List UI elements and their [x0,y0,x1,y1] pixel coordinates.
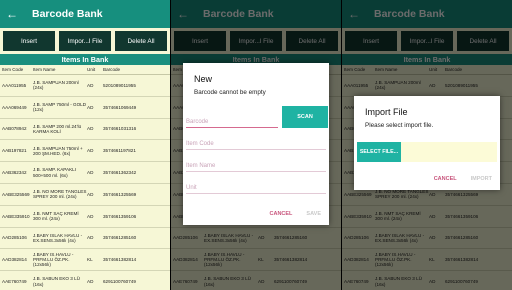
item-code-input[interactable]: Item Code [186,128,326,150]
screen-new-dialog: ← Barcode Bank Insert Impor...l File Del… [171,0,341,290]
table-cell: AD [87,126,94,132]
table-row[interactable]: AAD382814 J.BABY IS.HAVLU - PRFM.LU ÖZ.PK… [0,249,170,272]
table-cell: 3574661362342 [103,169,137,175]
app-title: Barcode Bank [32,8,103,20]
table-cell: AAB197821 [2,148,27,154]
screens: ← Barcode Bank Insert Impor...l File Del… [0,0,512,290]
table-row[interactable]: AABE325569J.B. NO MORE TANGLES SPREY 200… [0,184,170,206]
table-cell: AD [87,235,94,241]
table-header: Item Code Item Name Unit Barcode [0,65,170,75]
table-cell: AABE335910 [2,213,30,219]
table-cell: AAA011955 [2,82,27,88]
cancel-button[interactable]: CANCEL [270,211,293,217]
table-cell: 5201089011955 [103,82,136,88]
table-cell: 3574661382814 [103,257,137,263]
cancel-button[interactable]: CANCEL [434,176,457,182]
table-cell: AAA069449 [2,104,27,110]
action-buttons: Insert Impor...l File Delete All [0,28,170,54]
table-row[interactable]: AAB197821 J.B. SAMPUAN 750ml + 200 ŞM.HED… [0,140,170,163]
table-row[interactable]: AAB362342 J.B. SAMP. KAPAKLI 500+500 ml. … [0,162,170,184]
table-cell: 3574661325569 [103,191,137,197]
dialog-actions: CANCEL IMPORT [434,176,492,182]
new-item-dialog: New Barcode cannot be empty Barcode SCAN… [183,63,329,225]
table-cell: J.BABY IS.HAVLU - PRFM.LU ÖZ.PK.(12x56lı… [33,251,74,268]
column-header: Item Code [2,67,24,72]
unit-input[interactable]: Unit [186,172,326,194]
table-cell: AD [87,169,94,175]
table-cell: AD [87,104,94,110]
table-cell: 6291100760749 [103,278,136,284]
table-cell: AD [87,148,94,154]
table-row[interactable]: AAA011955 J.B. SAMPUAN 200ml (24x) AD 52010… [0,75,170,97]
column-header: Unit [87,67,96,72]
import-file-dialog: Import File Please select import file. S… [354,96,500,190]
table-cell: J.B. NO MORE TANGLES SPREY 200 ml. (24x) [33,189,87,200]
screen-import-dialog: ← Barcode Bank Insert Impor...l File Del… [342,0,512,290]
table-row[interactable]: AAE760749 J.B. SABUN EKO 3 LÜ (16x) AD 6291… [0,271,170,290]
table-cell: AAB078942 [2,126,27,132]
column-header: Barcode [103,67,121,72]
table-cell: KL [87,257,93,263]
app-bar: ← Barcode Bank [0,0,170,28]
dialog-actions: CANCEL SAVE [270,211,322,217]
back-arrow-icon[interactable]: ← [6,7,22,21]
table-row[interactable]: AAD285106 J.BABY ISLAK HAVLU - EX.SENS.3x… [0,228,170,250]
table-cell: AAE760749 [2,278,27,284]
dialog-title: Import File [365,107,408,117]
table-cell: 3574661197821 [103,148,136,154]
table-cell: J.B. SAMP 750ml - GOLD (12x) [33,101,87,113]
table-cell: AAD285106 [2,235,27,241]
scan-button[interactable]: SCAN [282,106,328,128]
table-cell: 3574661069449 [103,104,137,110]
file-select-bar: SELECT FILE... [357,142,497,162]
table-cell: AAD382814 [2,257,27,263]
save-button[interactable]: SAVE [306,211,321,217]
import-button[interactable]: IMPORT [471,176,492,182]
table-cell: 3574661031316 [103,126,137,132]
section-title: Items In Bank [0,54,170,65]
table-cell: 3574661285160 [103,235,137,241]
table-cell: AD [87,191,94,197]
table-row[interactable]: AAA069449 J.B. SAMP 750ml - GOLD (12x)AD 3… [0,97,170,119]
table-body: AAA011955 J.B. SAMPUAN 200ml (24x) AD 52010… [0,75,170,290]
table-cell: AABE325569 [2,191,30,197]
table-cell: J.BABY ISLAK HAVLU - EX.SENS.3x56lı (4x) [33,232,83,243]
table-cell: J.B. SAMP. KAPAKLI 500+500 ml. (6x) [33,167,76,178]
select-file-button[interactable]: SELECT FILE... [357,142,401,162]
table-cell: AAB362342 [2,169,27,175]
table-cell: 3574661359106 [103,213,137,219]
barcode-input[interactable]: Barcode [186,110,278,128]
table-cell: J.B. NMT SAÇ KREMİ 300 ml. (24x) [33,210,79,222]
table-row[interactable]: AABE335910J.B. NMT SAÇ KREMİ 300 ml. (24… [0,206,170,228]
dialog-message: Please select import file. [365,122,434,129]
dialog-error-message: Barcode cannot be empty [194,89,266,96]
table-cell: AD [87,278,94,284]
table-cell: J.B. SAMPUAN 200ml (24x) [33,80,79,91]
barcode-row: Barcode SCAN [186,105,329,128]
table-cell: AD [87,82,94,88]
delete-all-button[interactable]: Delete All [115,31,167,51]
item-name-input[interactable]: Item Name [186,150,326,172]
table-cell: AD [87,213,94,219]
table-row[interactable]: AAB078942 J.B. SAMP 200 ml.24'lü KARMA KO… [0,119,170,141]
column-header: Item Name [33,67,56,72]
table-cell: J.B. SAMPUAN 750ml + 200 ŞM.HED. (6x) [33,145,83,156]
screen-list: ← Barcode Bank Insert Impor...l File Del… [0,0,170,290]
table-cell: J.B. SABUN EKO 3 LÜ (16x) [33,276,80,287]
import-file-button[interactable]: Impor...l File [59,31,111,51]
dialog-title: New [194,74,213,84]
table-cell: J.B. SAMP 200 ml.24'lü KARMA KOLİ [33,123,82,134]
insert-button[interactable]: Insert [3,31,55,51]
